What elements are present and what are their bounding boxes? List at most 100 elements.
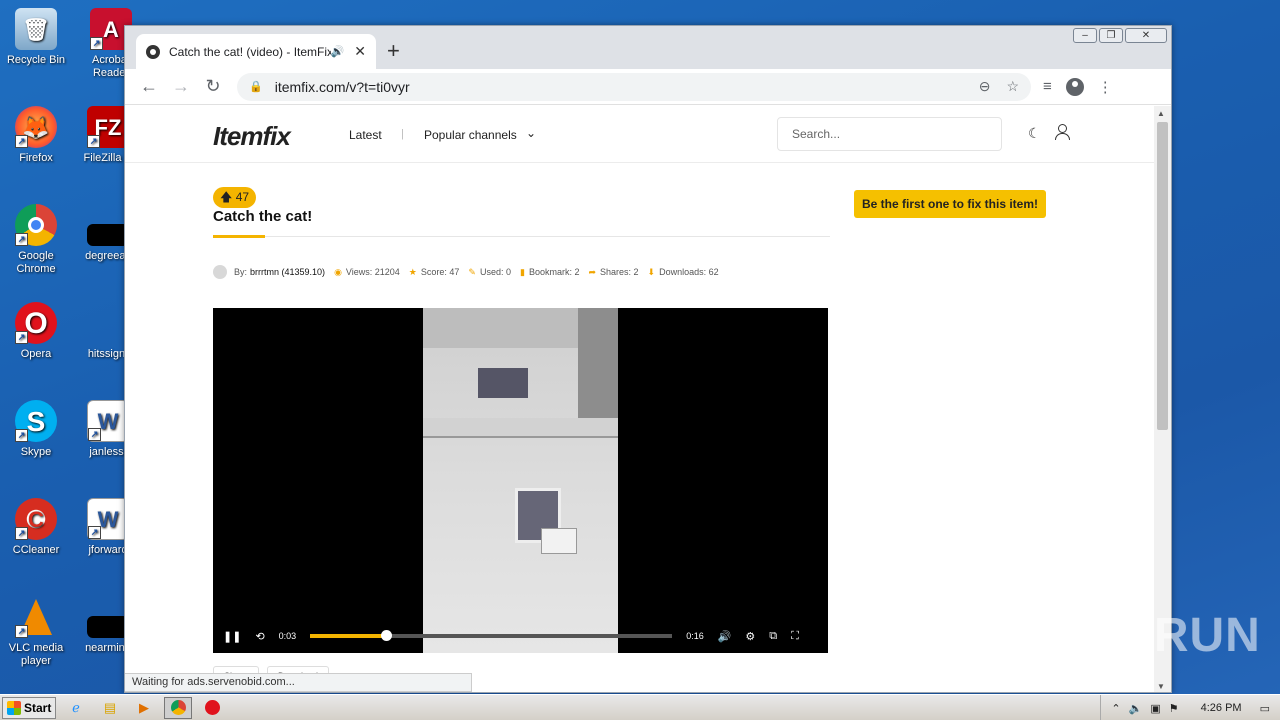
back-button[interactable]: ←	[133, 76, 165, 97]
item-meta: By: brrrtmn (41359.10) ◉ Views: 21204 ★ Sco…	[213, 265, 728, 279]
taskbar: Start ℯ ▤ ▶ ⌃ 🔈 ▣ ⚑ 4:26 PM ▭	[0, 694, 1280, 720]
desktop-icon-label: Skype	[20, 446, 52, 458]
download-icon: ⬇	[647, 266, 656, 277]
close-window-button[interactable]: ✕	[1125, 28, 1167, 43]
desktop-icon-label: Opera	[20, 348, 52, 360]
item-title: Catch the cat!	[213, 208, 313, 225]
media-control-icon[interactable]: ≡	[1043, 78, 1052, 95]
site-header: Itemfix Latest | Popular channels ⌄ Sear…	[125, 106, 1155, 163]
nav-popular-channels[interactable]: Popular channels	[424, 128, 517, 142]
chevron-down-icon[interactable]: ⌄	[526, 126, 536, 140]
used-text: Used: 0	[479, 267, 511, 277]
anyrun-watermark: ANY RUN	[1036, 609, 1261, 662]
tray-network-icon[interactable]: ▣	[1150, 702, 1160, 715]
minimize-button[interactable]: ‒	[1073, 28, 1097, 43]
recycle-bin-icon: 🗑	[15, 8, 57, 50]
skype-icon: S ↗	[15, 400, 57, 442]
profile-icon[interactable]	[1065, 77, 1084, 96]
seek-handle[interactable]	[381, 630, 393, 641]
new-tab-button[interactable]: +	[387, 40, 400, 62]
volume-icon[interactable]: 🔊	[718, 630, 732, 643]
loop-icon[interactable]: ⟲	[255, 630, 264, 643]
tab-title: Catch the cat! (video) - ItemFix	[169, 44, 331, 59]
seek-bar-fill	[310, 634, 387, 638]
scroll-down-icon[interactable]: ▼	[1157, 682, 1165, 691]
search-input[interactable]: Search...	[777, 117, 1002, 151]
url-text[interactable]: itemfix.com/v?t=ti0vyr	[275, 79, 963, 95]
system-tray: ⌃ 🔈 ▣ ⚑ 4:26 PM ▭	[1100, 695, 1280, 720]
tray-flag-icon[interactable]: ⚑	[1169, 702, 1179, 715]
scrollbar-thumb[interactable]	[1157, 122, 1168, 430]
meta-score: ★ Score: 47	[409, 267, 460, 278]
menu-dots-icon[interactable]: ⋮	[1098, 78, 1113, 96]
desktop-icon-opera[interactable]: O ↗ Opera	[0, 302, 72, 361]
meta-used: ✎ Used: 0	[468, 267, 511, 278]
video-controls: ❚❚ ⟲ 0:03 0:16 🔊 ⚙ ⧉ ⛶	[213, 619, 828, 653]
browser-tab[interactable]: Catch the cat! (video) - ItemFix 🔊 ✕	[136, 34, 376, 69]
address-bar[interactable]: 🔒 itemfix.com/v?t=ti0vyr ⊖ ☆	[237, 72, 1031, 101]
scroll-up-icon[interactable]: ▲	[1157, 109, 1165, 118]
tray-volume-icon[interactable]: 🔈	[1129, 702, 1143, 715]
views-text: Views: 21204	[345, 267, 400, 277]
start-label: Start	[24, 700, 52, 715]
tab-close-icon[interactable]: ✕	[354, 43, 366, 60]
seek-bar[interactable]	[310, 630, 673, 641]
desktop-icon-chrome[interactable]: ↗ Google Chrome	[0, 204, 72, 276]
show-desktop-icon[interactable]: ▭	[1260, 702, 1270, 715]
itemfix-favicon-icon	[146, 44, 160, 59]
restore-button[interactable]: ❐	[1099, 28, 1123, 43]
score-text: Score: 47	[420, 267, 460, 277]
itemfix-logo[interactable]: Itemfix	[213, 121, 291, 152]
downloads-text: Downloads: 62	[659, 267, 719, 277]
nav-separator: |	[401, 128, 404, 140]
desktop-icon-vlc[interactable]: ↗ VLC media player	[0, 596, 72, 668]
author-avatar[interactable]	[213, 265, 227, 279]
video-player[interactable]: ❚❚ ⟲ 0:03 0:16 🔊 ⚙ ⧉ ⛶	[213, 308, 828, 653]
user-icon[interactable]	[1055, 124, 1070, 140]
speaker-icon[interactable]: 🔊	[331, 45, 345, 58]
zoom-icon[interactable]: ⊖	[979, 78, 991, 95]
windows-logo-icon	[7, 700, 21, 715]
desktop-icon-firefox[interactable]: 🦊 ↗ Firefox	[0, 106, 72, 165]
taskbar-ie-icon[interactable]: ℯ	[62, 697, 90, 719]
blank-file-icon	[87, 302, 129, 344]
tray-expand-icon[interactable]: ⌃	[1111, 702, 1120, 715]
word-document-icon: W ↗	[87, 400, 129, 442]
reload-button[interactable]: ↻	[197, 76, 229, 97]
black-file-icon	[87, 224, 129, 246]
desktop-icon-skype[interactable]: S ↗ Skype	[0, 400, 72, 459]
author-link[interactable]: brrrtmn (41359.10)	[250, 267, 325, 277]
pause-icon[interactable]: ❚❚	[223, 630, 241, 643]
bookmark-star-icon[interactable]: ☆	[1006, 78, 1019, 95]
nav-latest[interactable]: Latest	[349, 128, 382, 142]
picture-in-picture-icon[interactable]: ⧉	[769, 630, 777, 643]
settings-gear-icon[interactable]: ⚙	[745, 630, 755, 643]
taskbar-chrome-icon[interactable]	[164, 696, 192, 719]
lock-icon[interactable]: 🔒	[249, 80, 263, 93]
desktop-icon-label: Firefox	[19, 152, 53, 164]
taskbar-explorer-icon[interactable]: ▤	[96, 697, 124, 719]
star-icon: ★	[408, 266, 417, 277]
start-button[interactable]: Start	[2, 696, 56, 719]
taskbar-media-player-icon[interactable]: ▶	[130, 697, 158, 719]
browser-toolbar: ← → ↻ 🔒 itemfix.com/v?t=ti0vyr ⊖ ☆ ≡ ⋮	[125, 69, 1171, 105]
desktop-icon-ccleaner[interactable]: C ↗ CCleaner	[0, 498, 72, 557]
fullscreen-icon[interactable]: ⛶	[791, 630, 799, 643]
taskbar-opera-icon[interactable]	[198, 697, 226, 719]
dark-mode-moon-icon[interactable]: ☾	[1028, 125, 1041, 142]
eye-icon: ◉	[334, 266, 342, 277]
page-scrollbar[interactable]: ▲ ▼	[1154, 106, 1171, 692]
tray-clock[interactable]: 4:26 PM	[1201, 702, 1242, 714]
forward-button[interactable]: →	[165, 76, 197, 97]
ccleaner-icon: C ↗	[15, 498, 57, 540]
desktop-icon-recycle-bin[interactable]: 🗑 Recycle Bin	[0, 8, 72, 67]
browser-status-bar: Waiting for ads.servenobid.com...	[125, 673, 472, 692]
fix-item-button[interactable]: Be the first one to fix this item!	[854, 190, 1046, 218]
upvote-arrow-icon: 🡅	[220, 190, 233, 204]
bookmark-icon: ▮	[519, 266, 525, 277]
score-value: 47	[235, 190, 250, 204]
share-icon: ➦	[588, 266, 597, 277]
meta-author: By: brrrtmn (41359.10)	[234, 267, 325, 277]
score-badge[interactable]: 🡅 47	[213, 187, 257, 208]
chrome-icon: ↗	[15, 204, 57, 246]
